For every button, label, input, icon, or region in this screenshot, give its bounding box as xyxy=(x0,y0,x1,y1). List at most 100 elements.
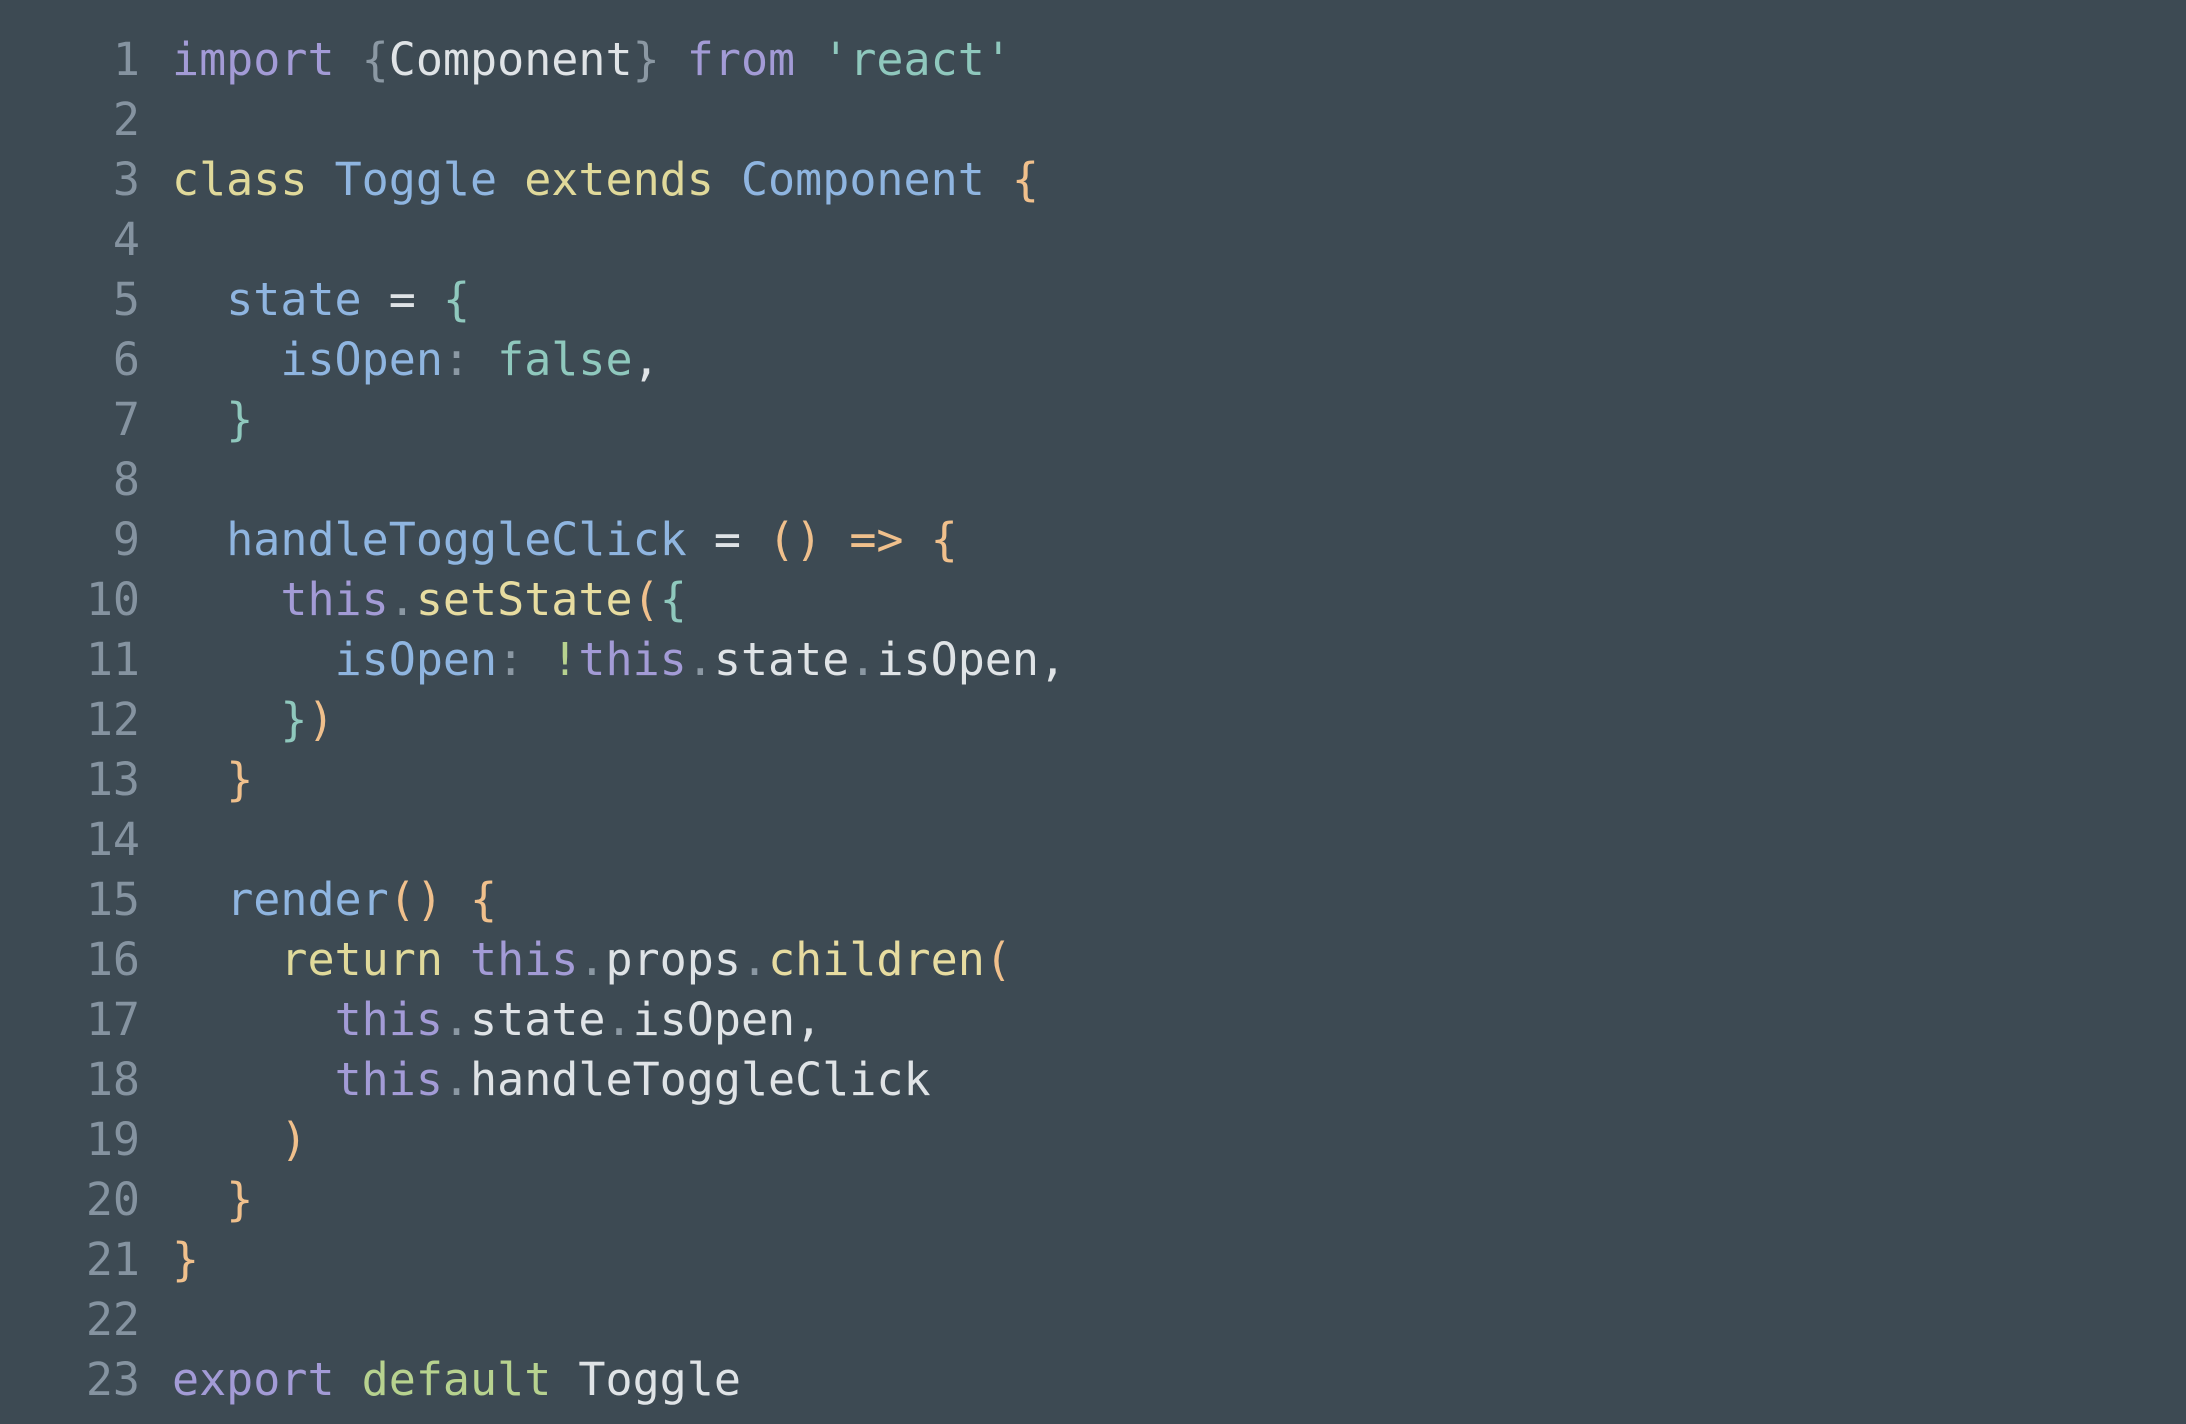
line-number: 18 xyxy=(85,1053,140,1106)
code-token: . xyxy=(849,633,877,686)
code-line[interactable]: 6 isOpen: false, xyxy=(0,330,1066,390)
code-line[interactable]: 3 class Toggle extends Component { xyxy=(0,150,1066,210)
code-token: 'react' xyxy=(822,33,1012,86)
code-line[interactable]: 16 return this.props.children( xyxy=(0,930,1066,990)
code-token: : xyxy=(442,333,471,386)
line-source xyxy=(140,210,172,270)
code-token: , xyxy=(632,333,660,386)
code-line[interactable]: 21} xyxy=(0,1230,1066,1290)
line-number: 13 xyxy=(85,753,140,806)
code-token: false xyxy=(497,333,633,386)
code-token: ( xyxy=(984,933,1012,986)
code-token: handleToggleClick xyxy=(226,513,687,566)
code-line[interactable]: 22 xyxy=(0,1290,1066,1350)
code-token: } xyxy=(632,33,660,86)
code-token: { xyxy=(930,513,958,566)
code-token: isOpen xyxy=(334,633,498,686)
code-line[interactable]: 20 } xyxy=(0,1170,1066,1230)
code-token: Toggle xyxy=(334,153,498,206)
code-line[interactable]: 2 xyxy=(0,90,1066,150)
line-number: 11 xyxy=(85,633,140,686)
line-number: 5 xyxy=(112,273,140,326)
code-line[interactable]: 15 render() { xyxy=(0,870,1066,930)
code-token: state xyxy=(470,993,606,1046)
code-line[interactable]: 18 this.handleToggleClick xyxy=(0,1050,1066,1110)
code-line[interactable]: 19 ) xyxy=(0,1110,1066,1170)
code-line[interactable]: 13 } xyxy=(0,750,1066,810)
code-token: isOpen xyxy=(280,333,443,386)
code-token: from xyxy=(686,33,796,86)
code-token: isOpen xyxy=(632,993,796,1046)
code-token: ( xyxy=(632,573,660,626)
line-number: 23 xyxy=(85,1353,140,1406)
code-token: } xyxy=(226,393,254,446)
code-token: Component xyxy=(740,153,985,206)
code-line[interactable]: 1 import {Component} from 'react' xyxy=(0,30,1066,90)
line-source xyxy=(140,90,172,150)
code-token: = xyxy=(361,273,443,326)
line-number: 12 xyxy=(85,693,140,746)
code-token: props xyxy=(605,933,741,986)
code-token: import xyxy=(172,33,335,86)
code-token: default xyxy=(361,1353,552,1406)
code-line[interactable]: 23 export default Toggle xyxy=(0,1350,1066,1410)
code-token: . xyxy=(605,993,633,1046)
line-source: state = { xyxy=(140,270,470,330)
code-token: setState xyxy=(415,573,633,626)
code-line[interactable]: 11 isOpen: !this.state.isOpen, xyxy=(0,630,1066,690)
code-token: this xyxy=(470,933,579,986)
code-line[interactable]: 14 xyxy=(0,810,1066,870)
code-line[interactable]: 7 } xyxy=(0,390,1066,450)
line-source: isOpen: false, xyxy=(140,330,660,390)
line-source: } xyxy=(140,750,253,810)
code-token: Toggle xyxy=(578,1353,741,1406)
line-source xyxy=(140,1290,172,1350)
code-token: { xyxy=(470,873,498,926)
line-number: 1 xyxy=(112,33,140,86)
code-token: () xyxy=(768,513,823,566)
code-token: this xyxy=(334,1053,443,1106)
code-line[interactable]: 8 xyxy=(0,450,1066,510)
code-line[interactable]: 12 }) xyxy=(0,690,1066,750)
code-editor[interactable]: 1 import {Component} from 'react' 2 3 class … xyxy=(0,0,2186,1424)
line-source: return this.props.children( xyxy=(140,930,1012,990)
line-number: 2 xyxy=(112,93,140,146)
line-source: handleToggleClick = () => { xyxy=(140,510,958,570)
line-source: class Toggle extends Component { xyxy=(140,150,1039,210)
line-source: import {Component} from 'react' xyxy=(140,30,1012,90)
code-token: . xyxy=(388,573,416,626)
code-line[interactable]: 9 handleToggleClick = () => { xyxy=(0,510,1066,570)
code-token: { xyxy=(1011,153,1039,206)
code-token: : xyxy=(497,633,525,686)
code-token: Component xyxy=(388,33,633,86)
code-token: , xyxy=(795,993,823,1046)
code-token: state xyxy=(713,633,850,686)
line-source: this.state.isOpen, xyxy=(140,990,823,1050)
code-token: extends xyxy=(524,153,714,206)
code-token: ) xyxy=(280,1113,308,1166)
code-token: state xyxy=(226,273,362,326)
code-line[interactable]: 5 state = { xyxy=(0,270,1066,330)
code-line[interactable]: 17 this.state.isOpen, xyxy=(0,990,1066,1050)
line-number: 15 xyxy=(85,873,140,926)
code-area[interactable]: 1 import {Component} from 'react' 2 3 class … xyxy=(0,30,1066,1410)
code-line[interactable]: 10 this.setState({ xyxy=(0,570,1066,630)
code-line[interactable]: 4 xyxy=(0,210,1066,270)
